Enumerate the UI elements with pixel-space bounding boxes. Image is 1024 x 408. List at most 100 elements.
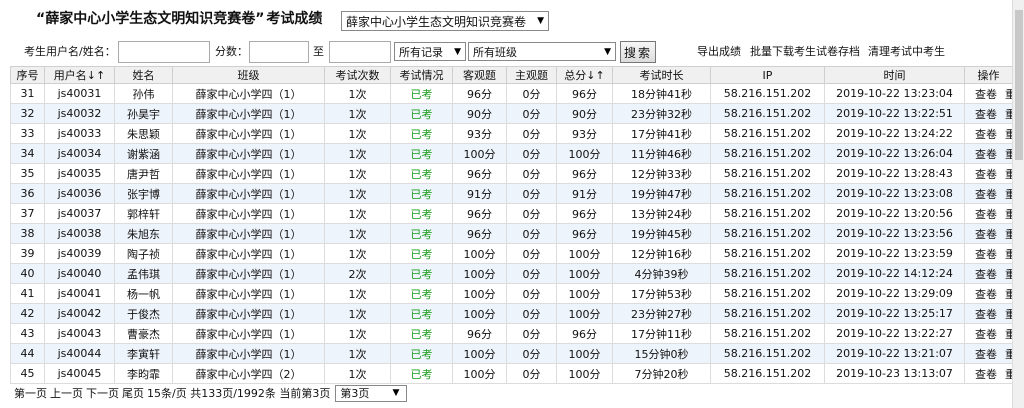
chevron-down-icon: ▼ [537, 16, 544, 26]
table-row: 42 js40042 于俊杰 薛家中心小学四（1） 1次 已考 100分 0分 100分 23分钟… [10, 303, 1013, 324]
pager-prev[interactable]: 上一页 [50, 385, 83, 401]
view-paper-link[interactable]: 查卷 [975, 168, 997, 181]
cell-objective: 100分 [452, 263, 507, 284]
view-paper-link[interactable]: 查卷 [975, 288, 997, 301]
cell-ip: 58.216.151.202 [710, 363, 825, 384]
cell-no: 34 [10, 143, 45, 164]
cell-objective: 93分 [452, 123, 507, 144]
batch-download-link[interactable]: 批量下载考生试卷存档 [750, 41, 860, 63]
cell-name: 曹豪杰 [114, 323, 173, 344]
user-filter-input[interactable] [118, 41, 210, 63]
cell-no: 39 [10, 243, 45, 264]
cell-name: 唐尹哲 [114, 163, 173, 184]
cell-no: 37 [10, 203, 45, 224]
cell-name: 于俊杰 [114, 303, 173, 324]
clear-examinees-link[interactable]: 清理考试中考生 [868, 41, 945, 63]
class-select-value: 所有班级 [473, 45, 517, 59]
col-header-ip: IP [710, 66, 825, 84]
cell-times: 1次 [324, 223, 391, 244]
cell-times: 1次 [324, 323, 391, 344]
vertical-scrollbar[interactable] [1012, 0, 1024, 408]
view-paper-link[interactable]: 查卷 [975, 268, 997, 281]
cell-objective: 100分 [452, 143, 507, 164]
cell-duration: 7分钟20秒 [612, 363, 711, 384]
cell-total: 100分 [556, 263, 613, 284]
cell-objective: 100分 [452, 363, 507, 384]
pager-last[interactable]: 尾页 [122, 385, 144, 401]
cell-name: 李寅轩 [114, 343, 173, 364]
cell-duration: 11分钟46秒 [612, 143, 711, 164]
view-paper-link[interactable]: 查卷 [975, 108, 997, 121]
page-select[interactable]: 第3页 ▼ [335, 384, 408, 402]
cell-actions: 查卷重考 [964, 263, 1013, 284]
view-paper-link[interactable]: 查卷 [975, 128, 997, 141]
filter-bar: 考生用户名/姓名： 分数： 至 所有记录 ▼ 所有班级 ▼ 搜索 导出成绩 批量… [0, 41, 1012, 63]
cell-time: 2019-10-22 13:22:27 [824, 323, 965, 344]
view-paper-link[interactable]: 查卷 [975, 348, 997, 361]
cell-subjective: 0分 [506, 343, 557, 364]
col-header-total[interactable]: 总分↓↑ [556, 66, 613, 84]
cell-subjective: 0分 [506, 183, 557, 204]
cell-class: 薛家中心小学四（1） [172, 343, 325, 364]
cell-time: 2019-10-22 13:26:04 [824, 143, 965, 164]
cell-name: 孟伟琪 [114, 263, 173, 284]
view-paper-link[interactable]: 查卷 [975, 88, 997, 101]
record-select[interactable]: 所有记录 ▼ [394, 42, 466, 61]
cell-total: 96分 [556, 83, 613, 104]
cell-time: 2019-10-22 13:20:56 [824, 203, 965, 224]
cell-ip: 58.216.151.202 [710, 103, 825, 124]
view-paper-link[interactable]: 查卷 [975, 228, 997, 241]
cell-username: js40045 [44, 363, 115, 384]
cell-times: 1次 [324, 283, 391, 304]
cell-objective: 90分 [452, 103, 507, 124]
cell-time: 2019-10-22 13:23:08 [824, 183, 965, 204]
table-row: 41 js40041 杨一帆 薛家中心小学四（1） 1次 已考 100分 0分 100分 17分钟… [10, 283, 1013, 304]
cell-status: 已考 [390, 283, 453, 304]
cell-status: 已考 [390, 303, 453, 324]
col-header-username[interactable]: 用户名↓↑ [44, 66, 115, 84]
cell-status: 已考 [390, 203, 453, 224]
cell-duration: 15分钟0秒 [612, 343, 711, 364]
pager-next[interactable]: 下一页 [86, 385, 119, 401]
view-paper-link[interactable]: 查卷 [975, 148, 997, 161]
pager-first[interactable]: 第一页 [14, 385, 47, 401]
cell-status: 已考 [390, 363, 453, 384]
cell-duration: 4分钟39秒 [612, 263, 711, 284]
pager: 第一页 上一页 下一页 尾页 15条/页 共133页/1992条 当前第3页 第… [14, 384, 408, 402]
cell-actions: 查卷重考 [964, 243, 1013, 264]
cell-name: 孙伟 [114, 83, 173, 104]
cell-class: 薛家中心小学四（1） [172, 203, 325, 224]
view-paper-link[interactable]: 查卷 [975, 368, 997, 381]
cell-subjective: 0分 [506, 243, 557, 264]
cell-times: 1次 [324, 103, 391, 124]
cell-total: 100分 [556, 343, 613, 364]
cell-ip: 58.216.151.202 [710, 123, 825, 144]
exam-select[interactable]: 薛家中心小学生态文明知识竞赛卷 ▼ [341, 11, 549, 31]
cell-username: js40034 [44, 143, 115, 164]
class-select[interactable]: 所有班级 ▼ [468, 42, 616, 61]
cell-total: 100分 [556, 243, 613, 264]
cell-actions: 查卷重考 [964, 103, 1013, 124]
cell-duration: 17分钟41秒 [612, 123, 711, 144]
cell-no: 43 [10, 323, 45, 344]
cell-subjective: 0分 [506, 223, 557, 244]
table-row: 37 js40037 郭梓轩 薛家中心小学四（1） 1次 已考 96分 0分 96分 13分钟24… [10, 203, 1013, 224]
search-button[interactable]: 搜索 [620, 41, 656, 63]
export-link[interactable]: 导出成绩 [697, 41, 741, 63]
score-max-input[interactable] [329, 41, 391, 63]
col-header-time: 时间 [824, 66, 965, 84]
cell-class: 薛家中心小学四（1） [172, 243, 325, 264]
cell-duration: 12分钟16秒 [612, 243, 711, 264]
view-paper-link[interactable]: 查卷 [975, 308, 997, 321]
view-paper-link[interactable]: 查卷 [975, 248, 997, 261]
scrollbar-thumb[interactable] [1015, 10, 1023, 160]
cell-username: js40033 [44, 123, 115, 144]
cell-no: 41 [10, 283, 45, 304]
score-min-input[interactable] [249, 41, 309, 63]
cell-objective: 100分 [452, 283, 507, 304]
view-paper-link[interactable]: 查卷 [975, 328, 997, 341]
view-paper-link[interactable]: 查卷 [975, 208, 997, 221]
col-header-no: 序号 [10, 66, 45, 84]
view-paper-link[interactable]: 查卷 [975, 188, 997, 201]
cell-time: 2019-10-22 13:24:22 [824, 123, 965, 144]
